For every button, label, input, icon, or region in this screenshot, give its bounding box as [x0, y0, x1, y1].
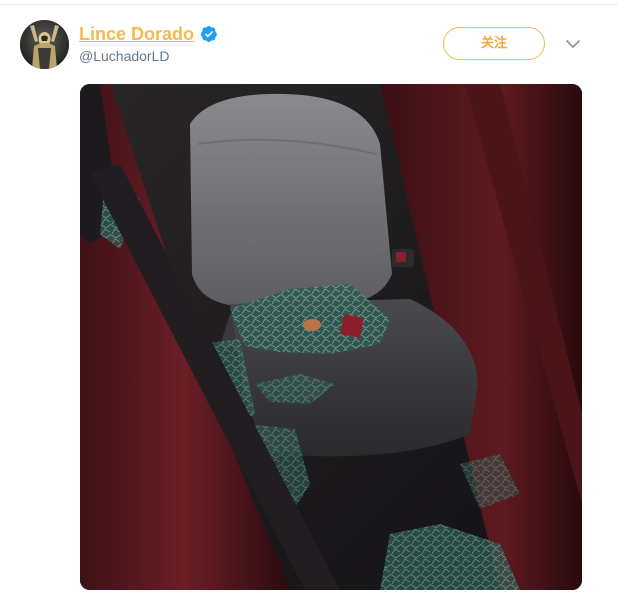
more-options-button[interactable] [563, 36, 583, 52]
author-name-block: Lince Dorado @LuchadorLD [79, 22, 218, 64]
tweet-photo[interactable] [80, 84, 582, 590]
follow-button[interactable]: 关注 [443, 27, 545, 60]
author-avatar[interactable] [20, 20, 69, 69]
author-display-name[interactable]: Lince Dorado [79, 24, 194, 45]
author-handle[interactable]: @LuchadorLD [79, 48, 218, 64]
avatar-icon [20, 20, 69, 69]
photo-broken-car-window [80, 84, 582, 590]
tweet-header: Lince Dorado @LuchadorLD 关注 [0, 0, 618, 80]
chevron-down-icon [566, 40, 580, 48]
verified-badge-icon [200, 25, 218, 43]
display-name-row: Lince Dorado [79, 22, 218, 46]
